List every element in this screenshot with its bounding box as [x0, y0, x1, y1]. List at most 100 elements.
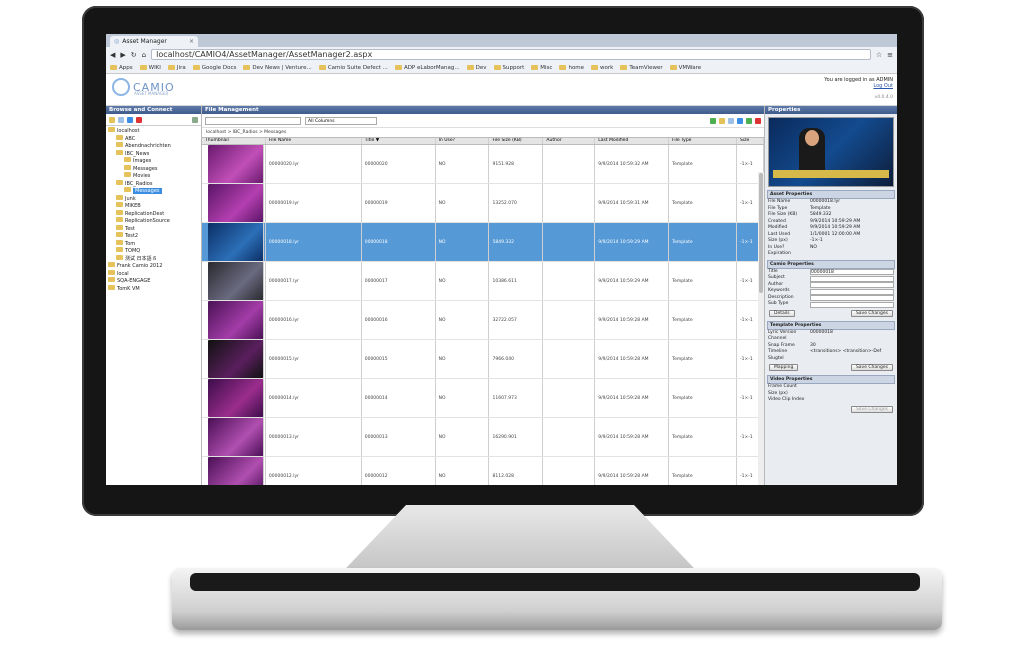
settings-icon[interactable]	[192, 116, 198, 123]
table-row[interactable]: 00000013.lyr 00000013 NO 16290.901 9/9/2014 …	[202, 418, 764, 457]
thumbnail-cell	[202, 301, 266, 339]
table-row[interactable]: 00000014.lyr 00000014 NO 11607.973 9/9/2014 …	[202, 379, 764, 418]
column-header[interactable]: File Size (KB)	[489, 138, 544, 144]
cell-file: 00000018.lyr	[266, 223, 362, 261]
tree-node[interactable]: Abendnachrichten	[108, 142, 199, 150]
browser-tab[interactable]: ◎ Asset Manager ×	[110, 36, 198, 47]
download-icon[interactable]	[746, 117, 752, 124]
tree-node-label: ABC	[125, 135, 136, 142]
tree-node[interactable]: IBC_Radios	[108, 179, 199, 188]
bookmark-item[interactable]: VMWare	[669, 65, 701, 71]
tree-node-label: IBC_News	[125, 150, 150, 157]
table-row[interactable]: 00000017.lyr 00000017 NO 10386.611 9/9/2014 …	[202, 262, 764, 301]
table-row[interactable]: 00000012.lyr 00000012 NO 8112.028 9/9/2014 1…	[202, 457, 764, 485]
property-input[interactable]	[810, 301, 894, 308]
grid-scrollbar[interactable]	[758, 172, 764, 485]
bookmark-item[interactable]: Misc	[531, 65, 552, 71]
tree-node[interactable]: Junk	[108, 194, 199, 203]
tree-node[interactable]: Images	[108, 157, 199, 165]
tree-node-label: Messages	[133, 188, 162, 194]
property-input[interactable]	[810, 275, 894, 282]
logout-link[interactable]: Log Out	[824, 83, 893, 89]
bookmark-item[interactable]: WIKI	[139, 65, 161, 71]
cell-type: Template	[669, 457, 738, 485]
upload-icon[interactable]	[710, 117, 716, 124]
save-changes-button[interactable]: Save Changes	[850, 364, 893, 371]
home-icon[interactable]: ⌂	[142, 51, 146, 59]
table-row[interactable]: 00000018.lyr 00000018 NO 5849.332 9/9/2014 1…	[202, 223, 764, 262]
url-input[interactable]: localhost/CAMIO4/AssetManager/AssetManag…	[151, 49, 871, 60]
tree-node[interactable]: Test2	[108, 232, 199, 240]
menu-icon[interactable]: ≡	[887, 51, 893, 59]
tree-node[interactable]: local	[108, 269, 199, 278]
column-header[interactable]: Author	[543, 138, 596, 144]
back-icon[interactable]: ◀	[110, 51, 115, 59]
bookmark-folder-icon	[167, 65, 175, 70]
tree-node[interactable]: ReplicationSource	[108, 217, 199, 225]
column-header[interactable]: Title ▼	[362, 138, 436, 144]
bookmark-item[interactable]: home	[559, 65, 584, 71]
tree-node[interactable]: 测试 日本語 ß	[108, 254, 199, 263]
tree-node[interactable]: TomK VM	[108, 284, 199, 293]
columns-select[interactable]: All Columns	[305, 116, 377, 125]
thumbnail-cell	[202, 379, 266, 417]
tree-node[interactable]: ReplicationDest	[108, 209, 199, 218]
tree-node[interactable]: Tom	[108, 239, 199, 248]
move-icon[interactable]	[737, 117, 743, 124]
save-changes-button[interactable]: Save Changes	[850, 309, 893, 317]
bookmark-item[interactable]: Apps	[110, 65, 133, 71]
new-folder-icon[interactable]	[109, 116, 115, 123]
property-input[interactable]	[810, 288, 894, 295]
tree-node[interactable]: Movies	[108, 172, 199, 180]
tree-node[interactable]: IBC_News	[108, 149, 199, 158]
column-header[interactable]: File Type	[669, 138, 738, 144]
tree-node[interactable]: localhost	[108, 127, 199, 135]
bookmark-item[interactable]: Dev News | Venture...	[243, 65, 312, 71]
reload-icon[interactable]: ↻	[131, 51, 137, 59]
column-header[interactable]: In Use?	[436, 138, 490, 144]
copy-file-icon[interactable]	[728, 117, 734, 124]
tree-node[interactable]: Frank Camio 2012	[108, 262, 199, 270]
details-button[interactable]: Details	[769, 309, 795, 317]
property-input[interactable]	[810, 282, 894, 288]
bookmark-item[interactable]: TeamViewer	[620, 65, 663, 71]
table-row[interactable]: 00000015.lyr 00000015 NO 7966.040 9/9/2014 1…	[202, 340, 764, 379]
tree-node[interactable]: Test	[108, 224, 199, 233]
bookmark-item[interactable]: Dev	[466, 65, 487, 71]
column-header[interactable]: Size	[737, 138, 764, 144]
bookmark-item[interactable]: work	[591, 65, 613, 71]
tree-node[interactable]: TOMQ	[108, 247, 199, 255]
table-row[interactable]: 00000020.lyr 00000020 NO 9151.928 9/9/2014 1…	[202, 145, 764, 184]
bookmark-item[interactable]: Support	[493, 65, 524, 71]
mapping-button[interactable]: Mapping	[769, 364, 799, 371]
scroll-thumb[interactable]	[759, 173, 763, 293]
cell-inuse: NO	[436, 340, 490, 378]
table-row[interactable]: 00000016.lyr 00000016 NO 32722.057 9/9/2014 …	[202, 301, 764, 340]
delete-file-icon[interactable]	[755, 117, 761, 124]
close-tab-icon[interactable]: ×	[189, 38, 194, 45]
property-input[interactable]	[810, 295, 894, 301]
copy-icon[interactable]	[118, 116, 124, 123]
star-icon[interactable]: ☆	[876, 51, 882, 59]
tree-node[interactable]: MIKEB	[108, 202, 199, 210]
forward-icon[interactable]: ▶	[120, 51, 125, 59]
tree-node[interactable]: Messages	[108, 187, 199, 195]
folder-icon	[116, 149, 123, 155]
delete-icon[interactable]	[136, 116, 142, 123]
table-row[interactable]: 00000019.lyr 00000019 NO 13252.070 9/9/2014 …	[202, 184, 764, 223]
property-input[interactable]: 00000018	[810, 269, 894, 275]
bookmark-item[interactable]: Google Docs	[192, 65, 236, 71]
tree-node[interactable]: ABC	[108, 134, 199, 143]
save-changes-button[interactable]: Save Changes	[850, 405, 893, 413]
connect-icon[interactable]	[127, 116, 133, 123]
bookmark-item[interactable]: ADP eLaborManag...	[394, 65, 460, 71]
search-input[interactable]	[205, 116, 301, 125]
tree-node[interactable]: Messages	[108, 164, 199, 173]
column-header[interactable]: Last Modified	[595, 138, 670, 144]
tree-node[interactable]: SQA-ENGAGE	[108, 277, 199, 285]
bookmark-item[interactable]: Jira	[167, 65, 186, 71]
column-header[interactable]: File Name	[266, 138, 362, 144]
bookmark-item[interactable]: Camio Suite Defect ...	[318, 65, 388, 71]
column-header[interactable]: Thumbnail	[202, 138, 266, 144]
folder-icon[interactable]	[719, 117, 725, 124]
